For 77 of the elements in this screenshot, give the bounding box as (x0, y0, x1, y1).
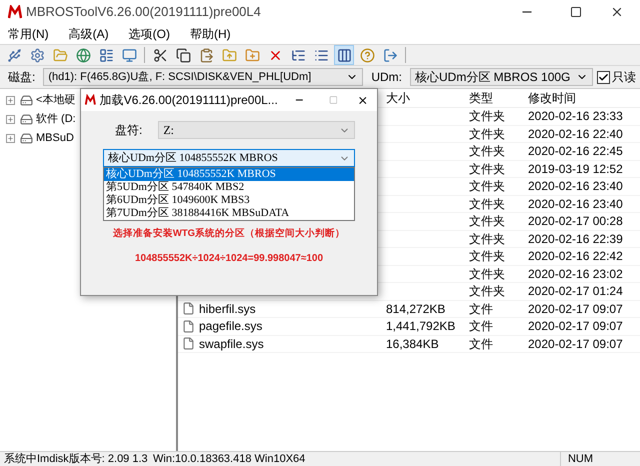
udm-label: UDm: (370, 69, 404, 86)
expand-icon[interactable] (6, 134, 15, 143)
drive-icon (20, 94, 33, 107)
modified-time: 2020-02-16 23:40 (527, 178, 622, 196)
file-size: 814,272KB (385, 300, 446, 318)
app-logo-icon (85, 94, 96, 106)
menu-item[interactable]: 帮助(H) (186, 25, 235, 43)
file-type: 文件夹 (468, 283, 506, 300)
modified-time: 2020-02-16 22:45 (527, 143, 622, 160)
menu-item[interactable]: 高级(A) (64, 25, 113, 43)
status-text: NUM (560, 450, 600, 466)
file-icon (182, 337, 195, 350)
check-icon (598, 72, 609, 82)
modified-time: 2020-02-16 23:02 (527, 266, 622, 283)
menu-item[interactable]: 常用(N) (4, 25, 53, 43)
file-name[interactable]: swapfile.sys (199, 334, 264, 353)
formula-text: 104855552K÷1024÷1024=99.998047≈100 (134, 252, 324, 266)
file-type: 文件夹 (468, 230, 506, 248)
dialog-title: 加载V6.26.00(20191111)pre00L... (100, 92, 278, 109)
file-type: 文件夹 (468, 126, 506, 143)
file-type: 文件夹 (468, 160, 506, 178)
udm-dropdown[interactable]: 核心UDm分区 MBROS 100G (410, 68, 593, 86)
tree-item[interactable]: <本地硬 (36, 92, 76, 109)
file-type: 文件夹 (468, 196, 506, 213)
partition-option[interactable]: 第7UDm分区 381884416K MBSuDATA (104, 207, 354, 220)
drive-letter-label: 盘符: (115, 122, 142, 139)
file-type: 文件夹 (468, 213, 506, 230)
menu-item[interactable]: 选项(O) (124, 25, 174, 43)
file-type: 文件夹 (468, 248, 506, 266)
file-icon (182, 320, 195, 333)
file-size: 16,384KB (385, 336, 440, 353)
readonly-checkbox[interactable]: 只读 (597, 68, 636, 86)
expand-icon[interactable] (6, 115, 15, 124)
modified-time: 2019-03-19 12:52 (527, 160, 622, 178)
modified-time: 2020-02-16 22:40 (527, 126, 622, 143)
modified-time: 2020-02-16 22:39 (527, 230, 622, 248)
tree-item[interactable]: MBSuD (36, 130, 74, 147)
file-type: 文件 (468, 300, 494, 318)
file-type: 文件夹 (468, 266, 506, 283)
status-text: 系统中Imdisk版本号: 2.09 1.3 (3, 452, 145, 466)
modified-time: 2020-02-16 22:42 (527, 248, 622, 266)
modified-time: 2020-02-17 01:24 (527, 283, 622, 300)
columns-icon[interactable] (334, 45, 354, 65)
disk-dropdown[interactable]: (hd1): F(465.8G)U盘, F: SCSI\DISK&VEN_PHL[UDm] (43, 68, 364, 86)
hint-text: 选择准备安装WTG系统的分区（根据空间大小判断） (112, 227, 346, 241)
partition-option[interactable]: 核心UDm分区 104855552K MBROS (104, 168, 354, 181)
file-type: 文件夹 (468, 108, 506, 126)
column-header[interactable]: 类型 (463, 89, 522, 107)
partition-dropdown[interactable]: 核心UDm分区 104855552K MBROS (103, 149, 355, 167)
file-type: 文件 (468, 318, 494, 336)
drive-icon (20, 132, 33, 145)
column-header[interactable]: 大小 (380, 89, 463, 107)
column-header[interactable]: 修改时间 (522, 89, 622, 107)
file-icon (182, 302, 195, 316)
file-type: 文件夹 (468, 178, 506, 196)
file-size: 1,441,792KB (385, 318, 456, 336)
file-type: 文件夹 (468, 143, 506, 160)
file-name[interactable]: hiberfil.sys (199, 300, 256, 318)
modified-time: 2020-02-16 23:40 (527, 196, 622, 213)
window-title: MBROSToolV6.26.00(20191111)pre00L4 (26, 3, 261, 22)
app-logo-icon (8, 5, 22, 19)
partition-option[interactable]: 第6UDm分区 1049600K MBS3 (104, 194, 354, 207)
file-name[interactable]: pagefile.sys (199, 317, 262, 336)
drive-icon (20, 113, 33, 126)
modified-time: 2020-02-17 09:07 (527, 300, 622, 318)
tree-item[interactable]: 软件 (D: (36, 111, 76, 128)
maximize-icon[interactable] (570, 6, 582, 18)
disk-label: 磁盘: (7, 69, 36, 86)
modified-time: 2020-02-17 09:07 (527, 318, 622, 336)
partition-option[interactable]: 第5UDm分区 547840K MBS2 (104, 181, 354, 194)
modified-time: 2020-02-16 23:33 (527, 108, 622, 126)
drive-letter-dropdown[interactable]: Z: (158, 121, 356, 139)
file-type: 文件 (468, 336, 494, 353)
close-icon[interactable] (610, 5, 624, 19)
modified-time: 2020-02-17 09:07 (527, 336, 622, 353)
modified-time: 2020-02-17 00:28 (527, 213, 622, 230)
expand-icon[interactable] (6, 96, 15, 105)
